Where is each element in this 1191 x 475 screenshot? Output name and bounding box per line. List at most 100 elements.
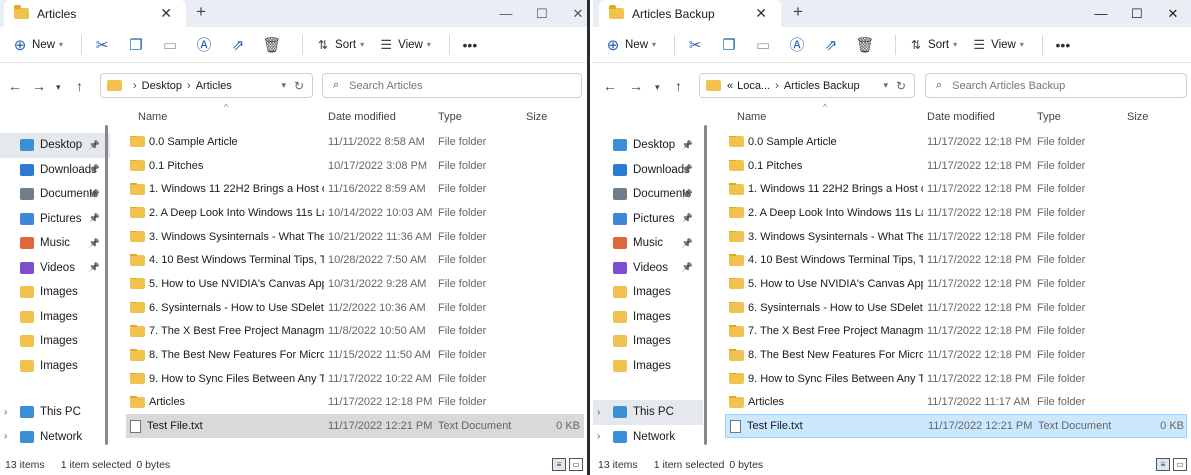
search-box[interactable]: ⌕ Search Articles Backup xyxy=(925,73,1187,98)
column-header-type[interactable]: Type xyxy=(1033,111,1123,123)
delete-button[interactable]: 🗑 xyxy=(853,31,877,59)
table-row[interactable]: Test File.txt 11/17/2022 12:21 PM Text Doc… xyxy=(126,414,584,438)
details-view-icon[interactable]: ≡ xyxy=(1156,458,1170,471)
breadcrumb-articles[interactable]: Articles xyxy=(196,80,232,92)
close-icon[interactable]: ✕ xyxy=(1155,6,1191,22)
table-row[interactable]: 7. The X Best Free Project Managment To.… xyxy=(126,320,584,344)
sidebar-item-images[interactable]: Images xyxy=(0,329,110,354)
more-button[interactable]: ••• xyxy=(458,31,482,59)
sidebar-item-desktop[interactable]: Desktop 📌 xyxy=(593,133,703,158)
sidebar-item-videos[interactable]: Videos 📌 xyxy=(0,256,110,281)
maximize-icon[interactable]: ☐ xyxy=(524,6,560,22)
chevron-down-icon[interactable]: ▾ xyxy=(281,80,286,91)
table-row[interactable]: 9. How to Sync Files Between Any Two W..… xyxy=(126,367,584,391)
column-header-name[interactable]: Name xyxy=(725,111,923,123)
sidebar-item-documents[interactable]: Documents 📌 xyxy=(593,182,703,207)
table-row[interactable]: 5. How to Use NVIDIA's Canvas App to T..… xyxy=(126,272,584,296)
share-button[interactable]: ⇗ xyxy=(819,31,843,59)
table-row[interactable]: 0.1 Pitches 11/17/2022 12:18 PM File folde… xyxy=(725,154,1187,178)
view-button[interactable]: ☰ View ▾ xyxy=(374,31,431,59)
rename-button[interactable]: Ⓐ xyxy=(192,31,216,59)
table-row[interactable]: 0.0 Sample Article 11/17/2022 12:18 PM Fil… xyxy=(725,130,1187,154)
refresh-icon[interactable]: ↻ xyxy=(896,79,906,93)
refresh-icon[interactable]: ↻ xyxy=(294,79,304,93)
share-button[interactable]: ⇗ xyxy=(226,31,250,59)
recent-chevron-icon[interactable]: ▾ xyxy=(655,82,660,93)
chevron-right-icon[interactable]: › xyxy=(597,431,600,442)
sidebar-item-music[interactable]: Music 📌 xyxy=(593,231,703,256)
table-row[interactable]: 8. The Best New Features For Microsoft T… xyxy=(126,343,584,367)
sidebar-item-music[interactable]: Music 📌 xyxy=(0,231,110,256)
chevron-down-icon[interactable]: ▾ xyxy=(883,80,888,91)
nav-scrollbar[interactable] xyxy=(704,125,707,445)
paste-button[interactable]: ▭ xyxy=(158,31,182,59)
sidebar-item-images[interactable]: Images xyxy=(593,280,703,305)
column-header-size[interactable]: Size xyxy=(1123,111,1185,123)
maximize-icon[interactable]: ☐ xyxy=(1119,6,1155,22)
sidebar-item-documents[interactable]: Documents 📌 xyxy=(0,182,110,207)
table-row[interactable]: 6. Sysinternals - How to Use SDelete to … xyxy=(725,296,1187,320)
back-arrow-icon[interactable]: ← xyxy=(8,78,22,94)
breadcrumb-overflow[interactable]: « xyxy=(727,80,733,92)
close-tab-icon[interactable]: ✕ xyxy=(160,5,172,22)
table-row[interactable]: 1. Windows 11 22H2 Brings a Host of Ne..… xyxy=(126,177,584,201)
table-row[interactable]: 3. Windows Sysinternals - What They Are … xyxy=(725,225,1187,249)
sidebar-item-desktop[interactable]: Desktop 📌 xyxy=(0,133,110,158)
sidebar-item-pictures[interactable]: Pictures 📌 xyxy=(593,207,703,232)
column-header-date-modified[interactable]: Date modified xyxy=(923,111,1033,123)
column-header-type[interactable]: Type xyxy=(434,111,522,123)
table-row[interactable]: 4. 10 Best Windows Terminal Tips, Tricks… xyxy=(725,248,1187,272)
new-button[interactable]: ⊕ New ▾ xyxy=(601,31,656,59)
sidebar-item-downloads[interactable]: Downloads 📌 xyxy=(593,158,703,183)
new-button[interactable]: ⊕ New ▾ xyxy=(8,31,63,59)
table-row[interactable]: Articles 11/17/2022 11:17 AM File folder xyxy=(725,391,1187,415)
breadcrumb-local[interactable]: Loca... xyxy=(737,80,770,92)
forward-arrow-icon[interactable]: → xyxy=(32,78,46,94)
cut-button[interactable]: ✂ xyxy=(90,31,114,59)
cut-button[interactable]: ✂ xyxy=(683,31,707,59)
address-bar[interactable]: › Desktop › Articles ▾ ↻ xyxy=(100,73,313,98)
breadcrumb-articles-backup[interactable]: Articles Backup xyxy=(784,80,860,92)
table-row[interactable]: 4. 10 Best Windows Terminal Tips, Tricks… xyxy=(126,248,584,272)
sidebar-item-downloads[interactable]: Downloads 📌 xyxy=(0,158,110,183)
sidebar-item-images[interactable]: Images xyxy=(593,305,703,330)
table-row[interactable]: 2. A Deep Look Into Windows 11s Latest .… xyxy=(725,201,1187,225)
table-row[interactable]: 6. Sysinternals - How to Use SDelete to … xyxy=(126,296,584,320)
new-tab-button[interactable]: + xyxy=(196,2,206,22)
copy-button[interactable]: ❐ xyxy=(717,31,741,59)
table-row[interactable]: Test File.txt 11/17/2022 12:21 PM Text Doc… xyxy=(725,414,1187,438)
breadcrumb-desktop[interactable]: Desktop xyxy=(142,80,182,92)
column-header-name[interactable]: Name xyxy=(126,111,324,123)
paste-button[interactable]: ▭ xyxy=(751,31,775,59)
table-row[interactable]: 2. A Deep Look Into Windows 11s Latest .… xyxy=(126,201,584,225)
minimize-icon[interactable]: — xyxy=(1083,6,1119,21)
tree-item-network[interactable]: › Network xyxy=(593,425,703,450)
table-row[interactable]: 9. How to Sync Files Between Any Two W..… xyxy=(725,367,1187,391)
chevron-right-icon[interactable]: › xyxy=(597,407,600,418)
nav-scrollbar[interactable] xyxy=(105,125,108,445)
rename-button[interactable]: Ⓐ xyxy=(785,31,809,59)
more-button[interactable]: ••• xyxy=(1051,31,1075,59)
tree-item-network[interactable]: › Network xyxy=(0,425,110,450)
tree-item-this-pc[interactable]: › This PC xyxy=(0,400,110,425)
chevron-right-icon[interactable]: › xyxy=(4,407,7,418)
table-row[interactable]: 0.1 Pitches 10/17/2022 3:08 PM File folder xyxy=(126,154,584,178)
table-row[interactable]: 5. How to Use NVIDIA's Canvas App to T..… xyxy=(725,272,1187,296)
back-arrow-icon[interactable]: ← xyxy=(603,78,617,94)
table-row[interactable]: 7. The X Best Free Project Managment To.… xyxy=(725,320,1187,344)
chevron-right-icon[interactable]: › xyxy=(4,431,7,442)
table-row[interactable]: 0.0 Sample Article 11/11/2022 8:58 AM File… xyxy=(126,130,584,154)
close-icon[interactable]: ✕ xyxy=(560,6,587,22)
sidebar-item-pictures[interactable]: Pictures 📌 xyxy=(0,207,110,232)
table-row[interactable]: 3. Windows Sysinternals - What They Are … xyxy=(126,225,584,249)
column-header-size[interactable]: Size xyxy=(522,111,582,123)
sidebar-item-images[interactable]: Images xyxy=(0,354,110,379)
details-view-icon[interactable]: ≡ xyxy=(552,458,566,471)
sidebar-item-images[interactable]: Images xyxy=(593,354,703,379)
sidebar-item-images[interactable]: Images xyxy=(593,329,703,354)
up-arrow-icon[interactable]: ↑ xyxy=(76,78,83,94)
tab-articles[interactable]: Articles ✕ xyxy=(4,0,186,27)
delete-button[interactable]: 🗑 xyxy=(260,31,284,59)
sidebar-item-images[interactable]: Images xyxy=(0,280,110,305)
tree-item-this-pc[interactable]: › This PC xyxy=(593,400,703,425)
